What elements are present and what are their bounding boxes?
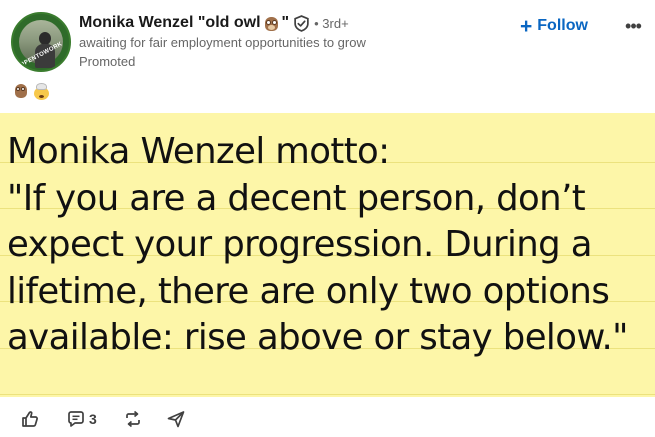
author-headline: awaiting for fair employment opportuniti…: [79, 35, 366, 50]
follow-button[interactable]: + Follow: [520, 14, 588, 38]
comment-button[interactable]: 3: [66, 407, 97, 431]
promoted-label: Promoted: [79, 54, 136, 69]
author-name[interactable]: Monika Wenzel "old owl: [79, 14, 261, 32]
mind-blown-emoji-icon: [33, 83, 50, 100]
post-image[interactable]: Monika Wenzel motto: "If you are a decen…: [0, 113, 655, 397]
post-emoji-row: [13, 83, 50, 100]
connection-degree: • 3rd+: [314, 15, 349, 31]
notepad-rule-line: [0, 394, 655, 395]
post-header: #OPENTOWORK Monika Wenzel "old owl " • 3…: [0, 0, 655, 112]
plus-icon: +: [520, 14, 533, 38]
author-avatar[interactable]: #OPENTOWORK: [11, 12, 71, 72]
comment-icon: [68, 411, 84, 427]
repost-button[interactable]: [123, 407, 143, 431]
owl-emoji-icon: [13, 83, 29, 99]
follow-label: Follow: [537, 17, 588, 34]
verified-shield-icon: [294, 14, 309, 32]
more-options-button[interactable]: •••: [622, 16, 644, 36]
comment-count: 3: [89, 411, 97, 427]
more-horizontal-icon: •••: [625, 15, 642, 36]
owl-emoji-icon: [263, 15, 280, 32]
thumbs-up-icon: [22, 411, 38, 427]
send-icon: [167, 411, 185, 428]
author-name-suffix: ": [281, 14, 290, 31]
post-action-bar: 3: [0, 400, 655, 437]
like-button[interactable]: [20, 407, 40, 431]
repost-icon: [126, 410, 140, 428]
post-image-text: Monika Wenzel motto: "If you are a decen…: [7, 131, 629, 358]
author-name-row: Monika Wenzel "old owl " • 3rd+: [79, 12, 349, 34]
send-button[interactable]: [166, 407, 186, 431]
